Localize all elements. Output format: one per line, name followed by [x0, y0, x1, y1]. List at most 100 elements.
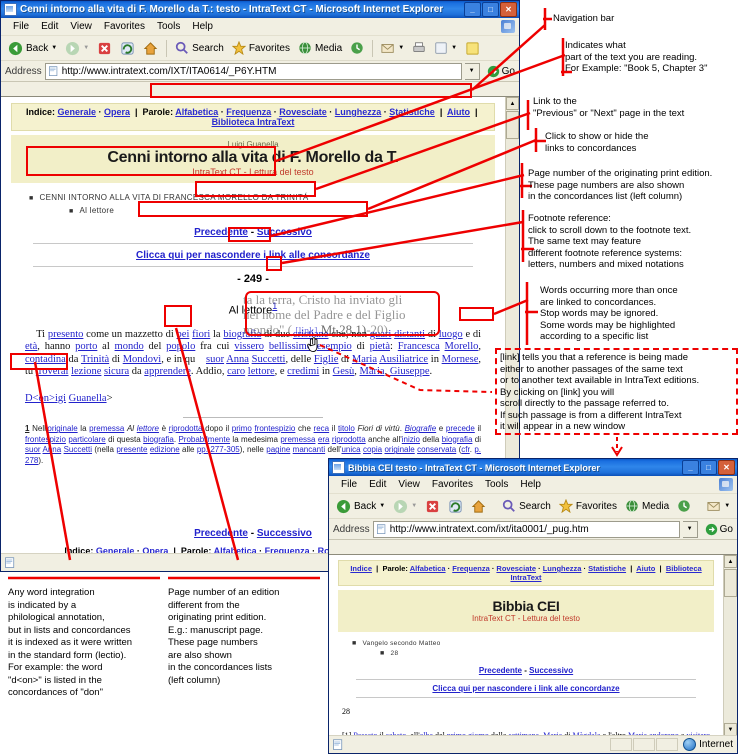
- word-link[interactable]: Anna: [226, 354, 249, 365]
- second-link-statistiche[interactable]: Statistiche: [588, 564, 626, 573]
- second-link-lunghezza[interactable]: Lunghezza: [543, 564, 582, 573]
- menu2-tools[interactable]: Tools: [479, 478, 514, 491]
- word-link[interactable]: Figlie: [314, 354, 339, 365]
- word-link[interactable]: igi: [55, 393, 66, 404]
- word-link[interactable]: lettore: [248, 366, 275, 377]
- restore-button[interactable]: □: [482, 2, 499, 17]
- menu-edit[interactable]: Edit: [35, 20, 64, 33]
- word-link[interactable]: luogo: [439, 329, 463, 340]
- word-link[interactable]: porto: [75, 341, 97, 352]
- word-link[interactable]: Mornese: [442, 354, 479, 365]
- word-link[interactable]: Succetti: [252, 354, 286, 365]
- scroll-thumb-2[interactable]: [724, 569, 737, 597]
- word-link[interactable]: Probabilmente: [178, 435, 230, 444]
- link-toggle-concordances[interactable]: Clicca qui per nascondere i link alle co…: [136, 250, 370, 261]
- search-button[interactable]: Search: [172, 40, 227, 56]
- link-aiuto[interactable]: Aiuto: [447, 107, 470, 117]
- word-link[interactable]: premessa: [280, 435, 315, 444]
- word-link[interactable]: credimi: [287, 366, 319, 377]
- word-link[interactable]: frontespizio: [254, 424, 295, 433]
- link-parole-rovesciate[interactable]: Rovesciate: [279, 107, 327, 117]
- word-link[interactable]: pagine: [266, 445, 290, 454]
- address-dropdown-icon[interactable]: ▼: [464, 62, 480, 80]
- back-chevron-icon[interactable]: ▼: [51, 45, 57, 51]
- word-link[interactable]: riprodotta: [332, 435, 366, 444]
- link-parole-frequenza[interactable]: Frequenza: [226, 107, 271, 117]
- word-link[interactable]: età: [25, 341, 37, 352]
- history-button[interactable]: [347, 40, 367, 56]
- word-link[interactable]: presento: [48, 329, 84, 340]
- menu-file[interactable]: File: [7, 20, 35, 33]
- word-link[interactable]: particolare: [68, 435, 105, 444]
- word-link[interactable]: precede: [446, 424, 475, 433]
- word-link[interactable]: era: [318, 435, 330, 444]
- word-link[interactable]: originale: [47, 424, 77, 433]
- word-link[interactable]: reca: [314, 424, 330, 433]
- restore-button-2[interactable]: □: [700, 460, 717, 475]
- word-link[interactable]: suor: [206, 354, 224, 365]
- forward-button[interactable]: ▼: [62, 40, 92, 57]
- word-link[interactable]: unica: [341, 445, 360, 454]
- refresh-button-2[interactable]: [445, 498, 466, 515]
- menu-view[interactable]: View: [64, 20, 98, 33]
- mail-button[interactable]: ▼: [378, 40, 407, 56]
- menu2-edit[interactable]: Edit: [363, 478, 392, 491]
- word-link[interactable]: pp.: [197, 445, 208, 454]
- back-button-2[interactable]: Back ▼: [333, 498, 388, 515]
- address-input[interactable]: http://www.intratext.com/IXT/ITA0614/_P6…: [44, 62, 462, 80]
- word-link[interactable]: esempio: [317, 341, 352, 352]
- favorites-button[interactable]: Favorites: [229, 40, 293, 56]
- stop-button-2[interactable]: [422, 498, 443, 515]
- word-link[interactable]: titolo: [338, 424, 355, 433]
- second-link-rovesciate[interactable]: Rovesciate: [496, 564, 536, 573]
- second-link-successivo[interactable]: Successivo: [529, 666, 573, 675]
- home-button[interactable]: [140, 40, 161, 57]
- word-link[interactable]: presente: [116, 445, 147, 454]
- word-link[interactable]: riprodotta: [169, 424, 203, 433]
- word-link[interactable]: Ausiliatrice: [379, 354, 428, 365]
- menu-tools[interactable]: Tools: [151, 20, 186, 33]
- link-biblioteca-intratext[interactable]: Biblioteca IntraText: [212, 117, 295, 127]
- second-link-precedente[interactable]: Precedente: [479, 666, 522, 675]
- link-parole-alfabetica[interactable]: Alfabetica: [175, 107, 218, 117]
- link-indice-generale[interactable]: Generale: [57, 107, 96, 117]
- go-button[interactable]: Go: [483, 65, 519, 78]
- home-button-2[interactable]: [468, 498, 489, 515]
- word-link-don[interactable]: D<on>: [25, 393, 55, 404]
- favorites-button-2[interactable]: Favorites: [556, 498, 620, 514]
- discuss-button[interactable]: [462, 40, 483, 57]
- word-link[interactable]: Francesca: [398, 341, 440, 352]
- word-link[interactable]: 277-305: [210, 445, 239, 454]
- link-parole-lunghezza[interactable]: Lunghezza: [335, 107, 382, 117]
- word-link[interactable]: fiori: [192, 329, 210, 340]
- second-link-aiuto[interactable]: Aiuto: [636, 564, 655, 573]
- go-button-2[interactable]: Go: [701, 523, 737, 536]
- scroll-up-button-2[interactable]: ▲: [724, 555, 737, 568]
- word-link[interactable]: Trinità: [81, 354, 109, 365]
- back-chevron-icon-2[interactable]: ▼: [379, 503, 385, 509]
- word-link[interactable]: biografia: [442, 435, 473, 444]
- edit-button[interactable]: ▼: [431, 40, 460, 56]
- word-link[interactable]: Biografie: [405, 424, 437, 433]
- menu-favorites[interactable]: Favorites: [98, 20, 151, 33]
- word-link[interactable]: bei: [177, 329, 190, 340]
- word-link[interactable]: Maria: [360, 366, 385, 377]
- minimize-button-2[interactable]: _: [682, 460, 699, 475]
- link-indice-opera[interactable]: Opera: [104, 107, 130, 117]
- word-link[interactable]: biografia: [143, 435, 174, 444]
- mail-chevron-icon-2[interactable]: ▼: [724, 503, 730, 509]
- word-link[interactable]: suor: [25, 445, 41, 454]
- word-link[interactable]: popolo: [166, 341, 195, 352]
- back-button[interactable]: Back ▼: [5, 40, 60, 57]
- word-link[interactable]: Mondovì: [123, 354, 162, 365]
- word-link[interactable]: sicura: [104, 366, 129, 377]
- word-link[interactable]: caro: [227, 366, 245, 377]
- link-successivo-bottom[interactable]: Successivo: [257, 528, 312, 539]
- word-link[interactable]: Anna: [43, 445, 62, 454]
- word-link[interactable]: Maria: [352, 354, 377, 365]
- search-button-2[interactable]: Search: [499, 498, 554, 514]
- link-precedente-bottom[interactable]: Precedente: [194, 528, 248, 539]
- word-link[interactable]: cfr: [461, 445, 469, 454]
- word-link[interactable]: mancanti: [293, 445, 325, 454]
- word-link[interactable]: vissero: [234, 341, 264, 352]
